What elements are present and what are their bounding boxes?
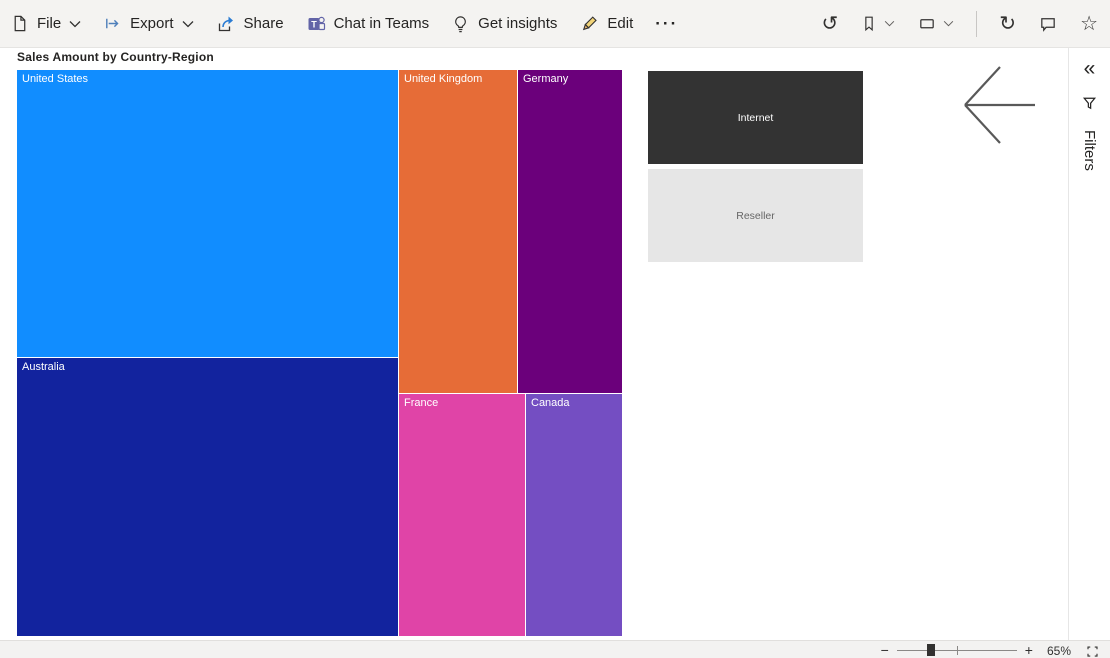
treemap-tile-canada[interactable]: Canada <box>526 394 622 636</box>
edit-button-label: Edit <box>607 15 633 32</box>
export-menu-button[interactable]: Export <box>103 14 193 33</box>
tile-label: Canada <box>526 394 622 409</box>
get-insights-button[interactable]: Get insights <box>451 14 557 34</box>
file-menu-button[interactable]: File <box>10 14 81 33</box>
view-button[interactable] <box>917 14 954 33</box>
channel-slicer: Internet Reseller <box>648 71 863 262</box>
lightbulb-icon <box>451 14 470 34</box>
more-options-button[interactable]: ··· <box>655 14 678 34</box>
refresh-icon: ↻ <box>999 14 1016 34</box>
top-toolbar: File Export Share T Chat in Teams Get in… <box>0 0 1110 48</box>
bookmark-icon <box>860 14 878 33</box>
share-button[interactable]: Share <box>216 14 284 34</box>
share-icon <box>216 14 236 34</box>
export-menu-label: Export <box>130 15 173 32</box>
treemap-visual: United States Australia United Kingdom G… <box>17 70 622 636</box>
pencil-icon <box>579 14 599 34</box>
chevron-down-icon <box>943 20 954 27</box>
status-bar: − + 65% <box>0 640 1110 658</box>
export-icon <box>103 14 122 33</box>
zoom-level-value: 65% <box>1047 644 1071 658</box>
filters-pane-collapsed: « Filters <box>1068 48 1110 640</box>
tile-label: United States <box>17 70 398 85</box>
reset-icon: ↺ <box>822 14 839 34</box>
zoom-slider-midpoint-tick <box>957 646 958 655</box>
filter-funnel-icon[interactable] <box>1080 94 1099 118</box>
treemap-tile-france[interactable]: France <box>399 394 525 636</box>
filters-pane-label[interactable]: Filters <box>1081 130 1098 171</box>
zoom-slider-handle[interactable] <box>927 644 935 656</box>
treemap-tile-germany[interactable]: Germany <box>518 70 622 393</box>
slicer-option-internet[interactable]: Internet <box>648 71 863 164</box>
chevron-down-icon <box>69 20 81 28</box>
favorite-star-icon: ☆ <box>1080 14 1098 34</box>
tile-label: France <box>399 394 525 409</box>
treemap-title: Sales Amount by Country-Region <box>17 50 214 64</box>
chat-in-teams-button[interactable]: T Chat in Teams <box>306 14 430 34</box>
view-icon <box>917 14 937 33</box>
chat-in-teams-label: Chat in Teams <box>334 15 430 32</box>
slicer-option-reseller[interactable]: Reseller <box>648 169 863 262</box>
refresh-button[interactable]: ↻ <box>999 14 1016 34</box>
more-options-icon: ··· <box>655 14 678 34</box>
tile-label: Australia <box>17 358 398 373</box>
teams-icon: T <box>306 14 326 34</box>
reset-to-default-button[interactable]: ↺ <box>822 14 839 34</box>
chevron-down-icon <box>884 20 895 27</box>
tile-label: United Kingdom <box>399 70 517 85</box>
zoom-out-button[interactable]: − <box>881 644 889 656</box>
edit-button[interactable]: Edit <box>579 14 633 34</box>
toolbar-right-group: ↺ ↻ ☆ <box>800 11 1098 37</box>
slicer-option-label: Internet <box>738 112 774 124</box>
tile-label: Germany <box>518 70 622 85</box>
report-canvas: Sales Amount by Country-Region United St… <box>0 48 1110 640</box>
bookmarks-button[interactable] <box>860 14 895 33</box>
zoom-slider[interactable] <box>897 644 1017 656</box>
zoom-controls: − + <box>881 644 1033 656</box>
expand-filters-pane-icon[interactable]: « <box>1084 58 1096 80</box>
favorite-button[interactable]: ☆ <box>1080 14 1098 34</box>
fit-to-page-icon[interactable] <box>1085 644 1100 658</box>
treemap-tile-united-kingdom[interactable]: United Kingdom <box>399 70 517 393</box>
treemap-tile-australia[interactable]: Australia <box>17 358 398 636</box>
treemap-tile-united-states[interactable]: United States <box>17 70 398 357</box>
zoom-in-button[interactable]: + <box>1025 644 1033 656</box>
chevron-down-icon <box>182 20 194 28</box>
file-icon <box>10 14 29 33</box>
file-menu-label: File <box>37 15 61 32</box>
comment-icon <box>1038 14 1058 33</box>
get-insights-label: Get insights <box>478 15 557 32</box>
svg-text:T: T <box>311 19 317 29</box>
share-button-label: Share <box>244 15 284 32</box>
slicer-option-label: Reseller <box>736 210 775 222</box>
toolbar-divider <box>976 11 977 37</box>
comments-button[interactable] <box>1038 14 1058 33</box>
left-arrow-shape <box>955 55 1045 155</box>
